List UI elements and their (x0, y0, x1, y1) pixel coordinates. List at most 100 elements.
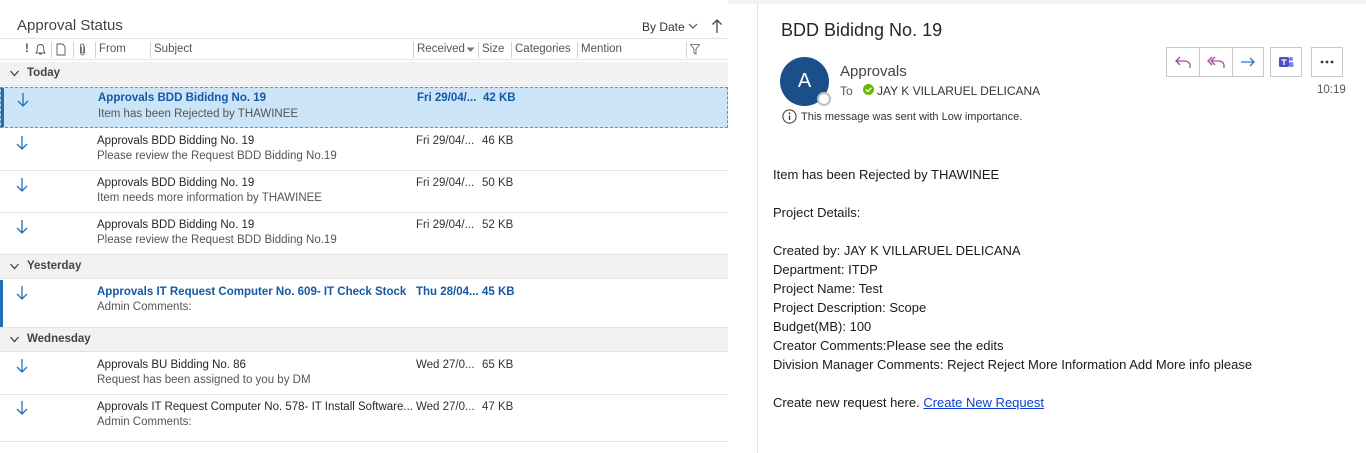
body-line: Creator Comments:Please see the edits (773, 338, 1004, 353)
more-options-button[interactable] (1311, 47, 1343, 77)
body-line: Department: ITDP (773, 262, 878, 277)
message-sender: Approvals (97, 286, 154, 298)
body-line: Project Name: Test (773, 281, 883, 296)
message-date: Fri 29/04/... (416, 135, 475, 147)
message-subject: BDD Bidding No. 19 (151, 177, 255, 189)
group-label: Yesterday (27, 260, 82, 272)
download-arrow-icon (16, 401, 28, 415)
message-date: Wed 27/0... (416, 401, 475, 413)
list-item[interactable]: Approvals BDD Bididng No. 19 Item has be… (0, 87, 728, 128)
message-preview: Please review the Request BDD Bidding No… (97, 150, 337, 162)
to-label: To (840, 84, 853, 98)
message-size: 42 KB (483, 92, 516, 104)
message-date: Fri 29/04/... (416, 219, 475, 231)
message-size: 65 KB (482, 359, 514, 371)
column-categories[interactable]: Categories (515, 43, 571, 55)
list-item[interactable]: Approvals IT Request Computer No. 578- I… (0, 395, 728, 442)
reply-all-button[interactable] (1199, 47, 1231, 77)
forward-icon (1241, 57, 1255, 67)
download-arrow-icon (16, 220, 28, 234)
link-prefix: Create new request here. (773, 395, 924, 410)
message-preview: Admin Comments: (97, 301, 192, 313)
message-preview: Item needs more information by THAWINEE (97, 192, 322, 204)
list-item[interactable]: Approvals BU Bidding No. 86 Request has … (0, 353, 728, 395)
message-sender: Approvals (97, 359, 149, 371)
message-subject: BDD Bidding No. 19 (151, 219, 255, 231)
more-icon (1320, 60, 1334, 64)
attachment-icon[interactable] (78, 43, 87, 56)
body-line: Created by: JAY K VILLARUEL DELICANA (773, 243, 1021, 258)
column-size[interactable]: Size (482, 43, 504, 55)
column-mention[interactable]: Mention (581, 43, 622, 55)
sort-arrow-icon[interactable] (711, 18, 723, 34)
forward-button[interactable] (1232, 47, 1264, 77)
column-subject[interactable]: Subject (154, 43, 192, 55)
list-item[interactable]: Approvals BDD Bidding No. 19 Item needs … (0, 171, 728, 213)
sort-by-dropdown[interactable]: By Date (642, 20, 685, 34)
message-date: Wed 27/0... (416, 359, 475, 371)
presence-indicator (817, 92, 831, 106)
chevron-down-icon[interactable] (10, 263, 19, 270)
message-sender: Approvals (97, 135, 149, 147)
message-subject: IT Request Computer No. 609- IT Check St… (156, 286, 407, 298)
message-size: 50 KB (482, 177, 514, 189)
column-received[interactable]: Received (417, 43, 465, 55)
group-header-yesterday[interactable]: Yesterday (0, 255, 728, 279)
group-header-today[interactable]: Today (0, 62, 728, 86)
reply-button[interactable] (1166, 47, 1198, 77)
message-sender: Approvals (97, 177, 149, 189)
reply-icon (1174, 56, 1191, 68)
message-subject: BDD Bidding No. 19 (151, 135, 255, 147)
folder-title: Approval Status (17, 17, 123, 34)
reminder-icon[interactable] (35, 43, 46, 56)
download-arrow-icon (16, 178, 28, 192)
download-arrow-icon (16, 136, 28, 150)
message-subject: BU Bidding No. 86 (151, 359, 246, 371)
message-preview: Request has been assigned to you by DM (97, 374, 311, 386)
list-item[interactable]: Approvals BDD Bidding No. 19 Please revi… (0, 129, 728, 171)
sender-name[interactable]: Approvals (840, 63, 907, 80)
message-body: Item has been Rejected by THAWINEE Proje… (773, 165, 1353, 412)
create-new-request-link[interactable]: Create New Request (923, 395, 1044, 410)
check-icon (863, 84, 874, 95)
reading-pane: BDD Bididng No. 19 A Approvals To JAY K … (758, 4, 1366, 453)
body-line: Division Manager Comments: Reject Reject… (773, 357, 1253, 372)
chevron-down-icon[interactable] (466, 47, 475, 53)
group-label: Wednesday (27, 333, 91, 345)
column-from[interactable]: From (99, 43, 126, 55)
list-item[interactable]: Approvals IT Request Computer No. 609- I… (0, 280, 728, 328)
body-line: Project Details: (773, 205, 861, 220)
teams-icon (1279, 57, 1294, 67)
document-icon[interactable] (56, 43, 66, 56)
filter-icon[interactable] (690, 44, 700, 55)
message-date: Fri 29/04/... (417, 92, 477, 104)
recipient-name[interactable]: JAY K VILLARUEL DELICANA (877, 84, 1040, 98)
message-size: 52 KB (482, 219, 514, 231)
reply-all-icon (1206, 56, 1225, 68)
chevron-down-icon[interactable] (10, 336, 19, 343)
chevron-down-icon[interactable] (10, 70, 19, 77)
column-importance[interactable]: ! (25, 43, 29, 55)
group-label: Today (27, 67, 61, 79)
body-line: Budget(MB): 100 (773, 319, 872, 334)
body-line: Project Description: Scope (773, 300, 927, 315)
teams-button[interactable] (1270, 47, 1302, 77)
download-arrow-icon (17, 93, 29, 107)
message-subject: BDD Bididng No. 19 (157, 92, 267, 104)
message-size: 47 KB (482, 401, 514, 413)
importance-note: This message was sent with Low importanc… (801, 111, 1023, 123)
message-preview: Admin Comments: (97, 416, 192, 428)
group-header-wednesday[interactable]: Wednesday (0, 328, 728, 352)
chevron-down-icon[interactable] (688, 20, 698, 32)
message-preview: Item has been Rejected by THAWINEE (98, 108, 299, 120)
info-icon (782, 109, 797, 124)
message-subject: IT Request Computer No. 578- IT Install … (151, 401, 413, 413)
message-preview: Please review the Request BDD Bidding No… (97, 234, 337, 246)
message-size: 45 KB (482, 286, 515, 298)
message-size: 46 KB (482, 135, 514, 147)
column-header: ! From Subject Received Size Categories … (0, 38, 728, 60)
message-sender: Approvals (98, 92, 155, 104)
list-item[interactable]: Approvals BDD Bidding No. 19 Please revi… (0, 213, 728, 255)
download-arrow-icon (16, 286, 28, 300)
download-arrow-icon (16, 359, 28, 373)
